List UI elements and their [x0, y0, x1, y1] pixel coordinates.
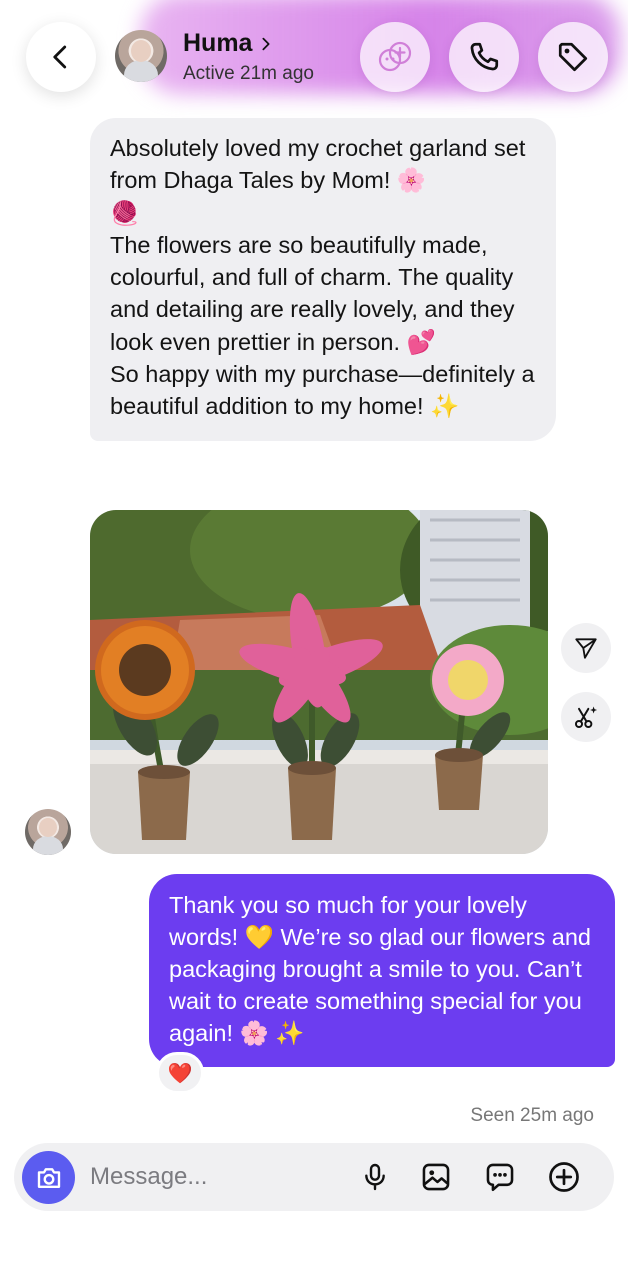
outgoing-message-bubble[interactable]: Thank you so much for your lovely words!… — [149, 874, 615, 1067]
gallery-icon — [422, 1163, 450, 1191]
shared-photo[interactable] — [90, 510, 548, 854]
plus-button[interactable] — [544, 1157, 584, 1197]
chevron-right-icon — [262, 37, 271, 50]
ai-edit-icon — [574, 706, 598, 729]
tag-icon — [558, 42, 588, 72]
tag-button[interactable] — [538, 22, 608, 92]
share-icon — [575, 638, 597, 659]
outgoing-message-text: Thank you so much for your lovely words!… — [169, 892, 598, 1046]
seen-status: Seen 25m ago — [470, 1105, 594, 1126]
share-button[interactable] — [561, 623, 611, 673]
message-composer — [14, 1143, 614, 1211]
crochet-flowers-photo — [90, 510, 548, 854]
call-effects-button[interactable] — [360, 22, 430, 92]
incoming-message-bubble[interactable]: Absolutely loved my crochet garland set … — [90, 118, 556, 441]
contact-status: Active 21m ago — [183, 63, 314, 84]
contact-name-label: Huma — [183, 29, 253, 57]
microphone-icon — [365, 1163, 385, 1191]
chat-header: Huma Active 21m ago — [0, 0, 628, 110]
sender-avatar[interactable] — [25, 809, 71, 855]
heart-reaction-emoji: ❤️ — [167, 1062, 193, 1085]
message-input[interactable] — [90, 1155, 340, 1199]
ai-edit-button[interactable] — [561, 692, 611, 742]
camera-icon — [37, 1167, 60, 1188]
plus-icon — [549, 1162, 579, 1192]
camera-button[interactable] — [22, 1151, 75, 1204]
heart-reaction[interactable]: ❤️ — [156, 1052, 204, 1094]
sticker-button[interactable] — [480, 1157, 520, 1197]
incoming-message-text: Absolutely loved my crochet garland set … — [110, 135, 535, 420]
chevron-left-icon — [53, 45, 67, 69]
sticker-icon — [486, 1163, 514, 1192]
call-effects-icon — [378, 41, 412, 72]
contact-avatar[interactable] — [115, 30, 167, 82]
audio-call-button[interactable] — [449, 22, 519, 92]
contact-name[interactable]: Huma — [183, 29, 274, 58]
microphone-button[interactable] — [355, 1157, 395, 1197]
gallery-button[interactable] — [416, 1157, 456, 1197]
phone-icon — [470, 42, 499, 71]
back-button[interactable] — [26, 22, 96, 92]
